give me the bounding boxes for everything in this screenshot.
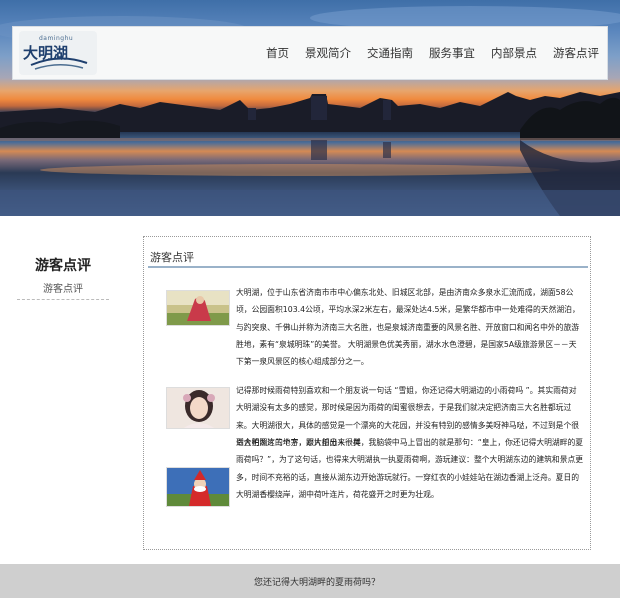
site-logo[interactable]: daminghu 大明湖 <box>19 31 97 75</box>
thumb-lotus-lady-icon <box>166 290 230 326</box>
footer-text: 您还记得大明湖畔的夏雨荷吗？ <box>254 578 381 588</box>
thumb-santa-icon <box>166 467 230 507</box>
sidebar-link-reviews[interactable]: 游客点评 <box>14 280 112 295</box>
logo-emblem-icon <box>30 57 88 70</box>
footer: 您还记得大明湖畔的夏雨荷吗？ <box>0 564 620 598</box>
thumb-costume-girl-icon <box>166 387 230 429</box>
review-text: 到大明湖这三个字，跟大部分人一样，我脑袋中马上冒出的就是那句：“皇上，你还记得大… <box>236 438 584 499</box>
nav-inner-attractions[interactable]: 内部景点 <box>491 45 537 61</box>
reviews-panel: 游客点评 大明湖，位于山东省济南市市中心偏东北处、旧城区北部，是由济南众多泉水汇… <box>143 236 591 550</box>
review-text: 大明湖，位于山东省济南市市中心偏东北处、旧城区北部，是由济南众多泉水汇流而成，湖… <box>236 288 580 367</box>
nav-traffic-guide[interactable]: 交通指南 <box>367 45 413 61</box>
sidebar-title: 游客点评 <box>35 258 91 274</box>
nav-home[interactable]: 首页 <box>266 45 289 61</box>
nav-scenery-intro[interactable]: 景观简介 <box>305 45 351 61</box>
top-navigation: daminghu 大明湖 首页 景观简介 交通指南 服务事宜 内部景点 游客点评 <box>12 26 608 80</box>
panel-title: 游客点评 <box>150 251 194 264</box>
panel-divider <box>148 266 588 268</box>
sidebar: 游客点评 游客点评 <box>14 255 112 300</box>
nav-services[interactable]: 服务事宜 <box>429 45 475 61</box>
logo-subtitle: daminghu <box>39 35 74 42</box>
main-menu: 首页 景观简介 交通指南 服务事宜 内部景点 游客点评 <box>250 27 599 79</box>
nav-visitor-reviews[interactable]: 游客点评 <box>553 45 599 61</box>
sidebar-divider <box>17 299 109 300</box>
